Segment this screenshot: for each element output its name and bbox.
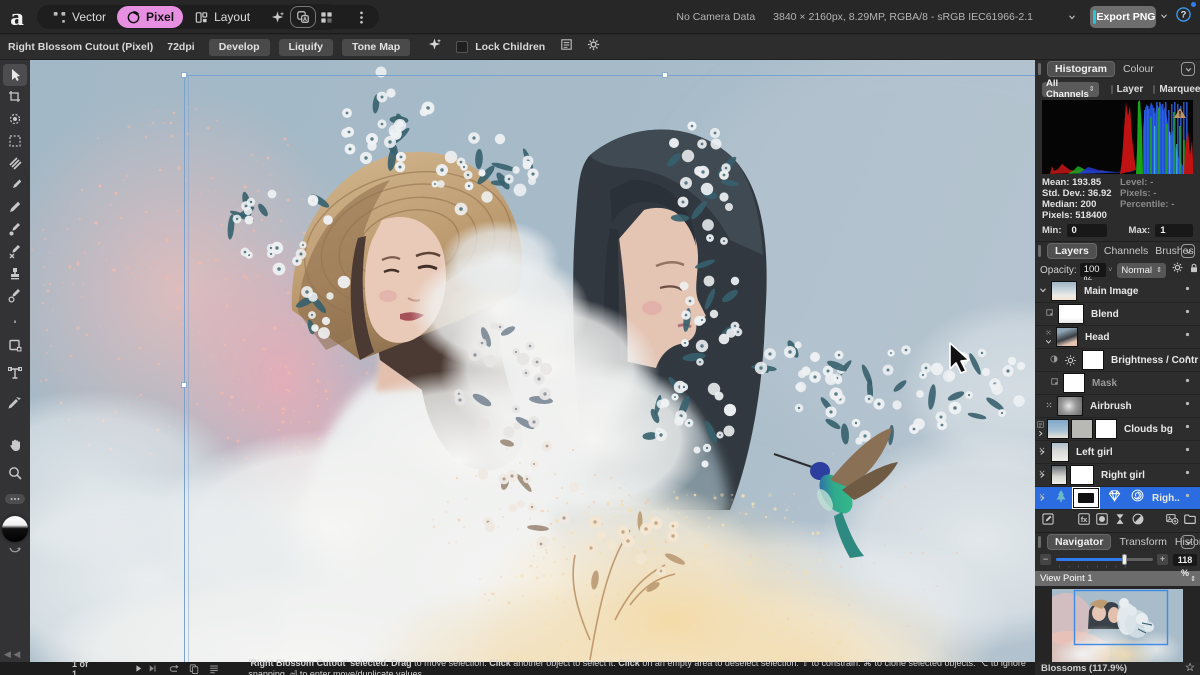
svg-text:fx: fx <box>1081 515 1088 524</box>
svg-text:A: A <box>303 17 307 23</box>
svg-text:?: ? <box>1181 10 1187 21</box>
